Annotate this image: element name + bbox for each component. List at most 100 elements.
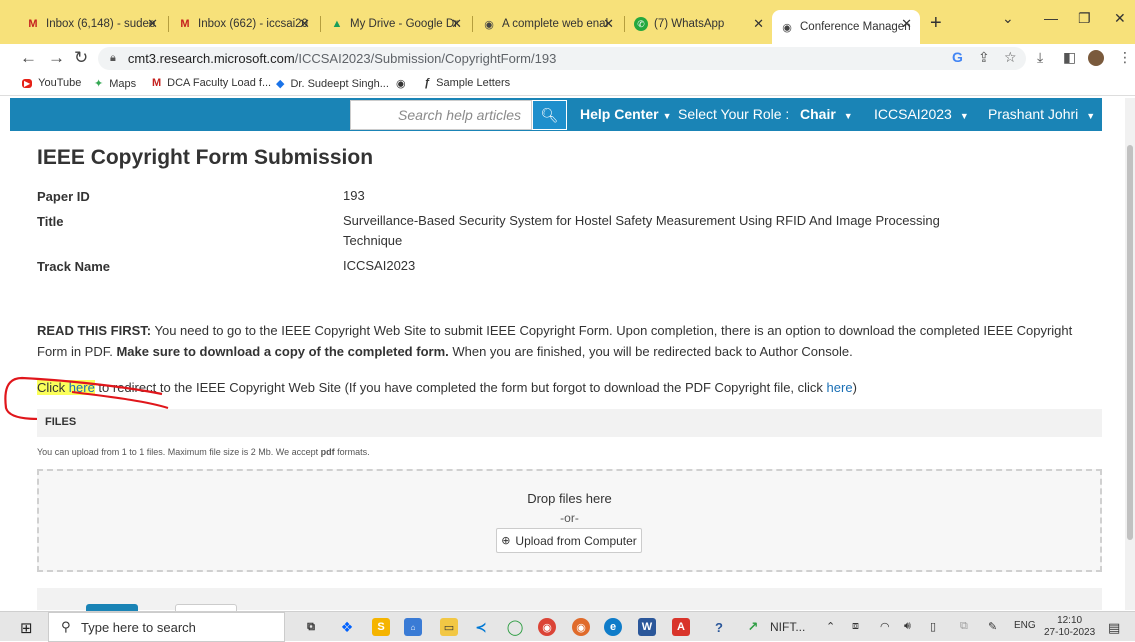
address-bar-row: ← → ↻ 🔒︎ cmt3.research.microsoft.com/ICC… [0, 44, 1135, 72]
tab-conference-manager[interactable]: ◉ Conference Managen ✕ [772, 10, 920, 44]
download-icon[interactable]: ⤓ [1037, 49, 1043, 66]
clock-time: 12:10 [1057, 615, 1083, 626]
page-title: IEEE Copyright Form Submission [37, 146, 374, 169]
search-button[interactable]: 🔍︎ [532, 100, 567, 130]
chrome-profile-icon[interactable]: ◉ [572, 618, 590, 636]
tab-label: Inbox (6,148) - sudee [46, 18, 156, 30]
nifty-widget-label[interactable]: NIFT... [770, 620, 805, 634]
bookmark-icon: ◆ [276, 78, 285, 90]
role-menu[interactable]: Chair ▼ [800, 106, 853, 122]
globe-icon: ◉ [782, 21, 792, 34]
taskbar-search-input[interactable]: ⚲ Type here to search [48, 612, 285, 642]
help-search-input[interactable]: Search help articles [350, 100, 532, 130]
new-tab-button[interactable]: + [930, 12, 942, 35]
url-field[interactable]: 🔒︎ cmt3.research.microsoft.com/ICCSAI202… [98, 47, 1026, 70]
file-drop-zone[interactable]: Drop files here -or- ⊕ Upload from Comput… [37, 469, 1102, 572]
bookmark-sample-letters[interactable]: ƒ Sample Letters [424, 77, 510, 89]
select-role-label: Select Your Role : [678, 106, 790, 122]
tab-whatsapp[interactable]: ✆ (7) WhatsApp ✕ [626, 10, 772, 38]
forward-icon[interactable]: → [48, 48, 65, 68]
reload-icon[interactable]: ↻ [74, 48, 88, 68]
close-icon[interactable]: ✕ [603, 16, 614, 32]
gmail-icon: M [180, 18, 190, 30]
dropbox-icon[interactable]: ❖ [338, 618, 356, 636]
bookmark-dr-sudeept[interactable]: ◆ Dr. Sudeept Singh... [276, 77, 389, 91]
battery-icon[interactable]: ▯ [930, 620, 936, 633]
bookmark-dca-faculty[interactable]: M DCA Faculty Load f... [152, 77, 271, 89]
restore-icon[interactable]: ❐ [1078, 10, 1091, 27]
help-icon[interactable]: ? [710, 618, 728, 636]
sublime-icon[interactable]: S [372, 618, 390, 636]
profile-avatar[interactable] [1088, 50, 1104, 66]
search-placeholder: Search help articles [398, 107, 521, 123]
gmail-icon: M [152, 77, 162, 89]
upload-from-computer-button[interactable]: ⊕ Upload from Computer [496, 528, 642, 553]
tray-chevron-icon[interactable]: ⌃ [826, 620, 835, 633]
share-icon[interactable]: ⇪ [978, 49, 990, 66]
close-icon[interactable]: ✕ [901, 16, 912, 32]
store-icon[interactable]: ⌂ [404, 618, 422, 636]
scrollbar-thumb[interactable] [1127, 145, 1133, 540]
vscode-icon[interactable]: ≺ [472, 618, 490, 636]
download-pdf-link[interactable]: here [827, 380, 853, 395]
menu-icon[interactable]: ⋮ [1118, 49, 1132, 66]
lock-icon: 🔒︎ [110, 52, 116, 64]
chrome-icon[interactable]: ◉ [538, 618, 556, 636]
language-indicator[interactable]: ENG [1014, 620, 1036, 631]
side-panel-icon[interactable]: ◧ [1063, 49, 1076, 66]
taskbar-clock[interactable]: 12:10 27-10-2023 [1044, 615, 1095, 639]
tab-web-article[interactable]: ◉ A complete web enal ✕ [474, 10, 622, 38]
task-view-icon[interactable]: ⧉ [302, 618, 320, 636]
close-icon[interactable]: ✕ [451, 16, 462, 32]
tab-google-drive[interactable]: ▲ My Drive - Google Dr ✕ [322, 10, 470, 38]
bookmark-star-icon[interactable]: ☆ [1004, 49, 1017, 66]
tab-divider [472, 16, 473, 32]
taskbar-search-placeholder: Type here to search [81, 619, 196, 635]
tab-gmail-inbox[interactable]: M Inbox (6,148) - sudee ✕ [18, 10, 166, 38]
close-icon[interactable]: ✕ [299, 16, 310, 32]
window-close-icon[interactable]: ✕ [1114, 10, 1126, 27]
user-name: Prashant Johri [988, 106, 1079, 122]
file-explorer-icon[interactable]: ▭ [440, 618, 458, 636]
url-host: cmt3.research.microsoft.com [127, 51, 295, 66]
sample-icon: ƒ [424, 77, 431, 89]
tab-gmail-iccsai[interactable]: M Inbox (662) - iccsai20 ✕ [170, 10, 318, 38]
notification-icon[interactable]: ▤ [1108, 620, 1120, 636]
windows-start-icon[interactable]: ⊞ [20, 619, 33, 637]
conference-label: ICCSAI2023 [874, 106, 952, 122]
help-center-menu[interactable]: Help Center ▼ [580, 106, 672, 122]
note-prefix: You can upload from 1 to 1 files. Maximu… [37, 447, 321, 457]
bookmark-globe[interactable]: ◉ [396, 77, 412, 90]
bookmark-youtube[interactable]: ▶ YouTube [22, 77, 81, 89]
google-translate-icon[interactable]: G [952, 49, 963, 65]
edge-icon[interactable]: e [604, 618, 622, 636]
bookmark-maps[interactable]: ✦ Maps [94, 77, 136, 91]
close-icon[interactable]: ✕ [753, 16, 764, 32]
user-menu[interactable]: Prashant Johri ▼ [988, 106, 1095, 122]
paper-id-label: Paper ID [37, 189, 90, 204]
wifi-icon[interactable]: ◠ [880, 620, 890, 633]
browser-tab-bar: M Inbox (6,148) - sudee ✕ M Inbox (662) … [0, 0, 1135, 44]
minimize-icon[interactable]: — [1044, 10, 1058, 26]
pdf-reader-icon[interactable]: A [672, 618, 690, 636]
role-label: Chair [800, 106, 836, 122]
click-middle: to redirect to the IEEE Copyright Web Si… [94, 380, 827, 395]
help-center-label: Help Center [580, 106, 659, 122]
tab-divider [320, 16, 321, 32]
click-suffix: ) [852, 380, 857, 395]
conference-menu[interactable]: ICCSAI2023 ▼ [874, 106, 969, 122]
back-icon[interactable]: ← [20, 48, 37, 68]
tab-search-icon[interactable]: ⌄ [1002, 10, 1014, 27]
bookmark-label: Dr. Sudeept Singh... [290, 77, 389, 90]
search-icon: ⚲ [61, 619, 71, 634]
word-icon[interactable]: W [638, 618, 656, 636]
app-ring-icon[interactable]: ◯ [506, 618, 524, 636]
bookmark-label: Sample Letters [436, 77, 511, 89]
close-icon[interactable]: ✕ [147, 16, 158, 32]
volume-icon[interactable]: 🔊︎ [904, 620, 911, 633]
tray-app-icon[interactable]: ⧈ [852, 620, 859, 633]
search-icon: 🔍︎ [540, 106, 559, 123]
stock-chart-icon[interactable]: ↗ [744, 618, 762, 636]
pen-icon[interactable]: ✎ [988, 620, 997, 633]
tray-ghost-icon[interactable]: ⧉ [960, 620, 968, 633]
